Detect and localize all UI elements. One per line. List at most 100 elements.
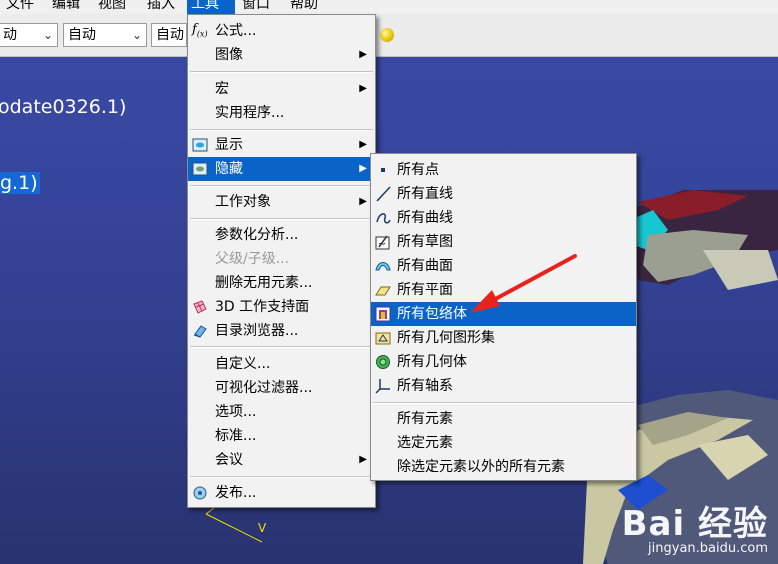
menu-view[interactable]: 视图 (94, 0, 130, 14)
submenu-arrow-icon: ▶ (359, 139, 367, 150)
surface-icon (375, 262, 391, 271)
menu-separator (190, 71, 373, 73)
menu-item-label: 显示 (215, 137, 243, 153)
menu-tools[interactable]: 工具 (187, 0, 235, 14)
axis-system-icon (375, 379, 390, 394)
submenu-item-all-points[interactable]: 所有点 (371, 158, 636, 182)
menu-item-publish[interactable]: 发布... (188, 481, 375, 505)
menu-item-show[interactable]: 显示 ▶ (188, 133, 375, 157)
menu-window[interactable]: 窗口 (238, 0, 274, 14)
publish-icon (193, 486, 207, 500)
submenu-item-label: 所有点 (397, 162, 439, 178)
menu-help[interactable]: 帮助 (286, 0, 322, 14)
submenu-item-all-axis-systems[interactable]: 所有轴系 (371, 374, 636, 398)
combo-box-2[interactable]: 自动 ⌄ (63, 23, 147, 47)
submenu-item-all-bodies[interactable]: 所有几何体 (371, 350, 636, 374)
combo-box-1[interactable]: 动 ⌄ (0, 23, 58, 47)
menu-item-image[interactable]: 图像 ▶ (188, 43, 375, 67)
menu-item-parent-child[interactable]: 父级/子级... (188, 247, 375, 271)
formula-icon: f(x) (192, 22, 208, 39)
combo-box-3[interactable]: 自动 (151, 23, 187, 47)
submenu-item-label: 选定元素 (397, 435, 453, 451)
submenu-item-all-except-selected[interactable]: 除选定元素以外的所有元素 (371, 455, 636, 479)
menu-item-label: 发布... (215, 485, 257, 501)
menu-item-utility[interactable]: 实用程序... (188, 101, 375, 125)
menu-item-options[interactable]: 选项... (188, 400, 375, 424)
catalog-icon (193, 325, 207, 338)
menu-item-label: 自定义... (215, 356, 271, 372)
menu-item-label: 选项... (215, 404, 257, 420)
chevron-down-icon: ⌄ (42, 28, 53, 42)
menu-item-label: 图像 (215, 47, 243, 63)
menu-item-label: 标准... (215, 428, 257, 444)
submenu-item-label: 所有元素 (397, 411, 453, 427)
submenu-item-all-elements[interactable]: 所有元素 (371, 407, 636, 431)
combo-box-1-value: 动 (3, 27, 17, 43)
submenu-item-label: 所有几何图形集 (397, 330, 495, 346)
menu-separator (190, 218, 373, 220)
submenu-item-all-envelopes[interactable]: 所有包络体 (371, 302, 636, 326)
menu-file[interactable]: 文件 (2, 0, 38, 14)
menu-item-label: 宏 (215, 81, 229, 97)
watermark: Bai 经验 jingyan.baidu.com (622, 496, 768, 556)
point-icon (375, 162, 391, 178)
tree-node-selected[interactable]: g.1) (0, 172, 40, 194)
menu-item-label: 公式... (215, 23, 257, 39)
menu-item-standards[interactable]: 标准... (188, 424, 375, 448)
submenu-item-label: 所有轴系 (397, 378, 453, 394)
submenu-arrow-icon: ▶ (359, 49, 367, 60)
menu-item-work-object[interactable]: 工作对象 ▶ (188, 190, 375, 214)
submenu-arrow-icon: ▶ (359, 163, 367, 174)
tree-node-label[interactable]: odate0326.1) (0, 96, 126, 118)
tools-menu: f(x) 公式... 图像 ▶ 宏 ▶ 实用程序... 显示 ▶ 隐藏 ▶ 工作… (187, 14, 376, 508)
menu-item-label: 目录浏览器... (215, 323, 299, 339)
submenu-item-label: 所有平面 (397, 282, 453, 298)
menu-item-hide[interactable]: 隐藏 ▶ (188, 157, 375, 181)
submenu-item-label: 所有直线 (397, 186, 453, 202)
submenu-item-all-lines[interactable]: 所有直线 (371, 182, 636, 206)
menu-item-label: 3D 工作支持面 (215, 299, 310, 315)
curve-icon (376, 213, 391, 224)
menu-insert[interactable]: 插入 (143, 0, 179, 14)
toolbar: 动 ⌄ 自动 ⌄ 自动 (0, 14, 778, 57)
menu-item-3d-work-support[interactable]: 3D 工作支持面 (188, 295, 375, 319)
line-icon (376, 186, 391, 202)
menu-item-label: 父级/子级... (215, 251, 290, 267)
submenu-item-label: 所有包络体 (397, 306, 467, 322)
menu-item-label: 实用程序... (215, 105, 285, 121)
menu-separator (373, 402, 634, 404)
menu-item-meeting[interactable]: 会议 ▶ (188, 448, 375, 472)
geometric-set-icon (375, 332, 391, 345)
submenu-item-label: 除选定元素以外的所有元素 (397, 459, 565, 475)
submenu-item-selected-elements[interactable]: 选定元素 (371, 431, 636, 455)
submenu-item-label: 所有几何体 (397, 354, 467, 370)
menu-bar: 文件 编辑 视图 插入 工具 窗口 帮助 (0, 0, 778, 15)
submenu-item-all-geometric-sets[interactable]: 所有几何图形集 (371, 326, 636, 350)
combo-box-3-value: 自动 (156, 27, 184, 43)
submenu-item-label: 所有曲面 (397, 258, 453, 274)
submenu-item-all-surfaces[interactable]: 所有曲面 (371, 254, 636, 278)
menu-item-customize[interactable]: 自定义... (188, 352, 375, 376)
menu-item-formula[interactable]: f(x) 公式... (188, 19, 375, 43)
plane-icon (375, 286, 391, 296)
envelope-body-icon (375, 306, 391, 322)
submenu-item-all-planes[interactable]: 所有平面 (371, 278, 636, 302)
axis-label-v: V (258, 521, 267, 535)
menu-item-delete-useless[interactable]: 删除无用元素... (188, 271, 375, 295)
menu-edit[interactable]: 编辑 (48, 0, 84, 14)
submenu-item-all-curves[interactable]: 所有曲线 (371, 206, 636, 230)
menu-item-parametric-analysis[interactable]: 参数化分析... (188, 223, 375, 247)
magic-wand-icon[interactable] (380, 28, 394, 42)
submenu-item-all-sketches[interactable]: 所有草图 (371, 230, 636, 254)
menu-item-macro[interactable]: 宏 ▶ (188, 77, 375, 101)
menu-item-label: 隐藏 (215, 161, 243, 177)
menu-item-label: 可视化过滤器... (215, 380, 313, 396)
menu-item-visual-filter[interactable]: 可视化过滤器... (188, 376, 375, 400)
menu-item-label: 工作对象 (215, 194, 271, 210)
chevron-down-icon: ⌄ (131, 28, 142, 42)
menu-separator (190, 129, 373, 131)
body-gear-icon (376, 355, 390, 369)
menu-item-label: 会议 (215, 452, 243, 468)
submenu-item-label: 所有曲线 (397, 210, 453, 226)
menu-item-catalog-browser[interactable]: 目录浏览器... (188, 319, 375, 343)
